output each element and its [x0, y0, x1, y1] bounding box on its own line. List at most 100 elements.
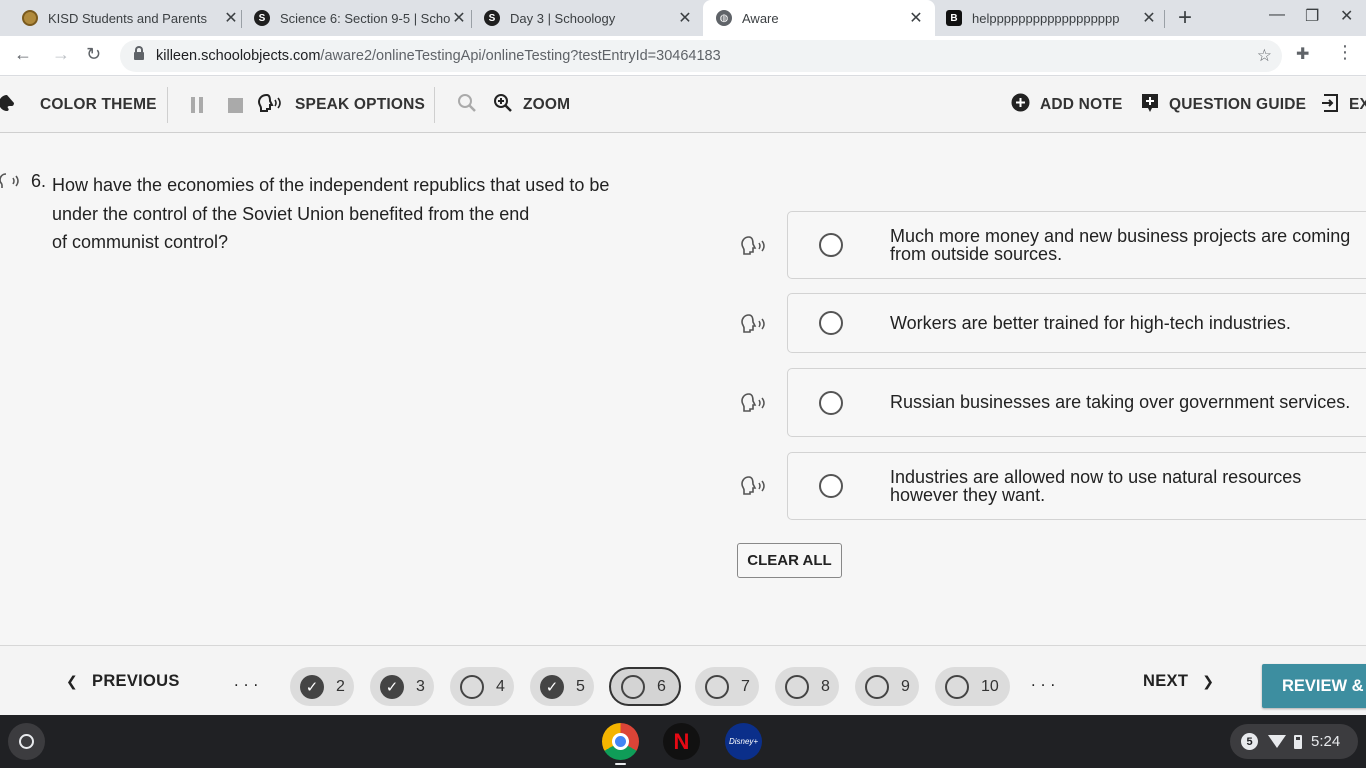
speak-options-label: SPEAK OPTIONS [295, 96, 426, 113]
next-label: NEXT [1143, 671, 1189, 690]
question-pill-5[interactable]: ✓ 5 [530, 667, 594, 706]
notification-count-badge: 5 [1241, 733, 1258, 750]
reload-icon[interactable]: ↻ [86, 44, 101, 65]
zoom-out-button[interactable] [457, 77, 477, 133]
question-pill-2[interactable]: ✓ 2 [290, 667, 354, 706]
radio-button[interactable] [819, 474, 843, 498]
tab-day3[interactable]: S Day 3 | Schoology ✕ [484, 0, 694, 36]
checkmark-icon: ✓ [300, 674, 324, 699]
close-icon[interactable]: ✕ [1140, 8, 1158, 28]
tab-divider [241, 10, 242, 28]
radio-button[interactable] [819, 233, 843, 257]
back-icon[interactable]: ← [14, 44, 32, 65]
question-pill-3[interactable]: ✓ 3 [370, 667, 434, 706]
tab-science[interactable]: S Science 6: Section 9-5 | Schoology ✕ [254, 0, 468, 36]
question-pill-10[interactable]: 10 [935, 667, 1010, 706]
question-pill-label: 3 [416, 677, 425, 695]
zoom-in-button[interactable]: ZOOM [493, 77, 570, 133]
clear-all-button[interactable]: CLEAR ALL [737, 543, 842, 578]
window-close-icon[interactable]: ✕ [1340, 6, 1353, 26]
toolbar-divider [434, 87, 435, 123]
bookmark-star-icon[interactable]: ☆ [1257, 46, 1272, 66]
status-tray[interactable]: 5 5:24 [1230, 724, 1358, 759]
add-note-button[interactable]: ADD NOTE [1011, 77, 1123, 133]
tab-title: Aware [742, 10, 779, 26]
launcher-icon[interactable] [8, 723, 45, 760]
pause-button[interactable] [191, 77, 203, 133]
question-pill-6-current[interactable]: 6 [609, 667, 681, 706]
chevron-left-icon: ❮ [66, 672, 79, 689]
add-note-label: ADD NOTE [1040, 96, 1123, 113]
answer-option[interactable]: Much more money and new business project… [787, 211, 1366, 279]
question-pill-label: 2 [336, 677, 345, 695]
tab-kisd[interactable]: KISD Students and Parents ✕ [22, 0, 240, 36]
close-icon[interactable]: ✕ [450, 8, 468, 28]
forward-icon[interactable]: → [52, 44, 70, 65]
previous-label: PREVIOUS [92, 671, 180, 690]
radio-button[interactable] [819, 390, 843, 415]
question-pill-label: 9 [901, 677, 910, 695]
question-pill-8[interactable]: 8 [775, 667, 839, 706]
tab-aware[interactable]: ◍ Aware ✕ [703, 0, 935, 36]
empty-circle-icon [621, 674, 645, 699]
tab-title: helpppppppppppppppppp [972, 10, 1120, 26]
extensions-puzzle-icon[interactable]: ✚ [1296, 44, 1309, 64]
answer-option[interactable]: Industries are allowed now to use natura… [787, 452, 1366, 520]
zoom-label: ZOOM [523, 96, 571, 113]
option-c-speak-icon[interactable] [740, 392, 772, 414]
address-bar[interactable]: killeen.schoolobjects.com/aware2/onlineT… [120, 40, 1282, 72]
disney-plus-icon[interactable]: Disney+ [725, 723, 762, 760]
empty-circle-icon [865, 674, 889, 699]
question-text: How have the economies of the independen… [52, 175, 610, 252]
netflix-icon[interactable]: N [663, 723, 700, 760]
question-speak-icon[interactable] [0, 172, 24, 195]
review-submit-button[interactable]: REVIEW & S [1262, 664, 1366, 708]
url-text: killeen.schoolobjects.com/aware2/onlineT… [156, 48, 721, 64]
option-d-speak-icon[interactable] [740, 475, 772, 497]
ellipsis-left[interactable]: . . . [234, 646, 258, 716]
pause-icon-bar [199, 97, 203, 113]
chrome-icon[interactable] [602, 723, 639, 760]
restore-icon[interactable]: ❐ [1305, 6, 1319, 26]
stop-button[interactable] [228, 77, 243, 133]
checkmark-icon: ✓ [380, 674, 404, 699]
os-shelf: N Disney+ 5 5:24 [0, 715, 1366, 768]
minimize-icon[interactable]: — [1269, 6, 1285, 24]
ellipsis-right[interactable]: . . . [1031, 646, 1055, 716]
close-icon[interactable]: ✕ [907, 8, 925, 28]
answer-text: Industries are allowed now to use natura… [890, 466, 1302, 505]
question-pill-label: 4 [496, 677, 505, 695]
kisd-seal-icon [22, 10, 38, 26]
clock: 5:24 [1311, 733, 1341, 750]
toolbar-divider [167, 87, 168, 123]
answer-option[interactable]: Workers are better trained for high-tech… [787, 293, 1366, 353]
radio-button[interactable] [819, 311, 843, 335]
question-guide-button[interactable]: QUESTION GUIDE [1141, 77, 1306, 133]
next-button[interactable]: NEXT ❯ [1143, 646, 1214, 716]
question-pill-4[interactable]: 4 [450, 667, 514, 706]
wifi-icon [1268, 735, 1286, 748]
exit-label: EX [1349, 96, 1366, 113]
exit-button[interactable]: EX [1321, 77, 1366, 133]
color-theme-button[interactable]: COLOR THEME [0, 77, 157, 133]
active-app-indicator [615, 763, 626, 765]
new-tab-button[interactable]: + [1178, 4, 1192, 32]
battery-icon [1294, 734, 1302, 749]
option-a-speak-icon[interactable] [740, 235, 772, 257]
question-pill-9[interactable]: 9 [855, 667, 919, 706]
palette-icon [0, 94, 14, 117]
empty-circle-icon [785, 674, 809, 699]
speak-options-button[interactable]: SPEAK OPTIONS [257, 77, 425, 133]
globe-icon: ◍ [716, 10, 732, 26]
option-b-speak-icon[interactable] [740, 313, 772, 335]
empty-circle-icon [945, 674, 969, 699]
color-theme-label: COLOR THEME [40, 96, 157, 113]
question-pill-7[interactable]: 7 [695, 667, 759, 706]
answer-option[interactable]: Russian businesses are taking over gover… [787, 368, 1366, 437]
previous-button[interactable]: ❮ PREVIOUS [66, 646, 180, 716]
exit-icon [1321, 93, 1339, 117]
close-icon[interactable]: ✕ [676, 8, 694, 28]
browser-menu-icon[interactable]: ⋮ [1336, 42, 1354, 63]
tab-help[interactable]: B helpppppppppppppppppp ✕ [946, 0, 1158, 36]
close-icon[interactable]: ✕ [222, 8, 240, 28]
